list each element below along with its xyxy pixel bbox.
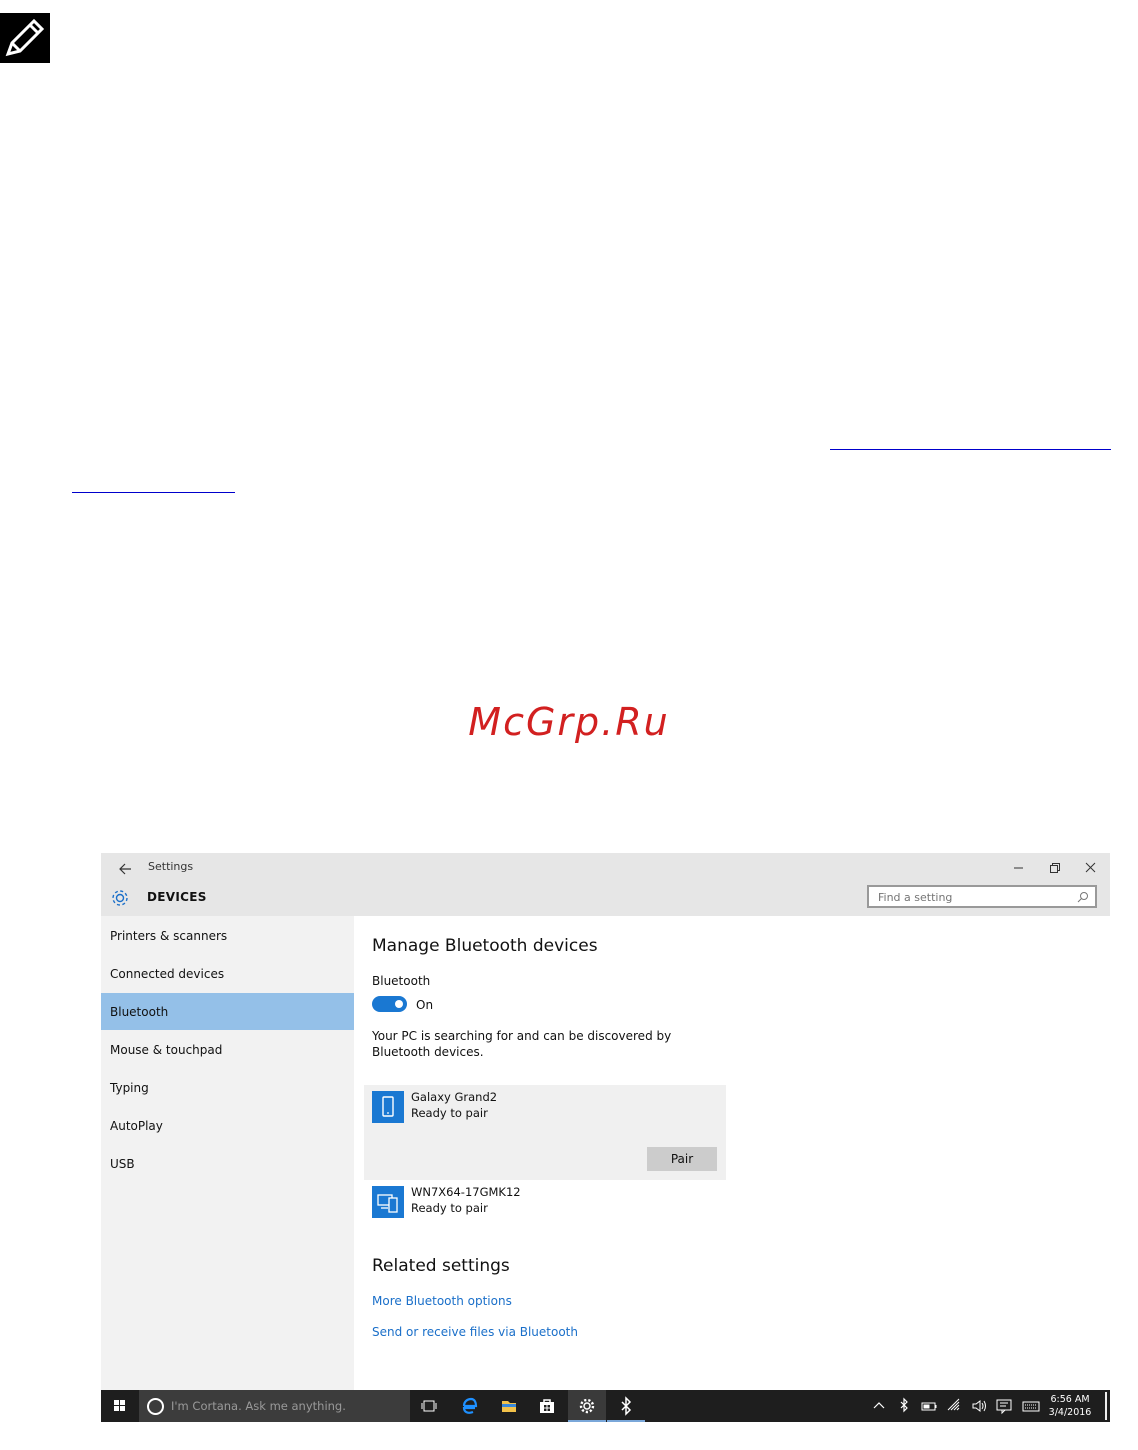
more-bluetooth-options-link[interactable]: More Bluetooth options [372,1294,512,1308]
sidebar: Printers & scanners Connected devices Bl… [101,916,354,1390]
toggle-knob [395,1000,403,1008]
cortana-placeholder: I'm Cortana. Ask me anything. [171,1399,346,1413]
file-explorer-button[interactable] [490,1390,528,1422]
app-title: Settings [148,860,194,873]
device-name: Galaxy Grand2 [411,1090,498,1104]
sidebar-item-mouse-touchpad[interactable]: Mouse & touchpad [101,1031,354,1068]
window-header: Settings DEVICES [101,853,1110,916]
sidebar-item-label: Typing [110,1081,149,1095]
pencil-note-icon [0,13,50,63]
watermark: McGrp.Ru [468,700,670,744]
battery-icon [921,1402,937,1411]
clock-date: 3/4/2016 [1048,1407,1092,1418]
tray-network[interactable] [942,1390,966,1422]
main-content: Manage Bluetooth devices Bluetooth On Yo… [354,916,1110,1390]
tray-keyboard[interactable] [1019,1390,1043,1422]
close-icon [1085,862,1096,873]
minimize-button[interactable] [1000,855,1036,881]
pair-button[interactable]: Pair [647,1147,717,1171]
settings-gear-icon [579,1398,595,1414]
folder-icon [502,1401,516,1412]
sidebar-item-label: Bluetooth [110,1005,169,1019]
sidebar-item-connected-devices[interactable]: Connected devices [101,955,354,992]
windows-logo-icon [114,1400,125,1411]
edge-icon [462,1397,478,1414]
restore-button[interactable] [1036,855,1072,881]
sidebar-item-usb[interactable]: USB [101,1145,354,1182]
sidebar-item-bluetooth[interactable]: Bluetooth [101,993,354,1030]
sidebar-item-label: AutoPlay [110,1119,163,1133]
restore-icon [1050,863,1060,873]
device-status: Ready to pair [411,1106,488,1120]
start-button[interactable] [101,1390,139,1422]
task-view-button[interactable] [410,1390,448,1422]
sidebar-item-label: USB [110,1157,135,1171]
computer-icon [372,1186,404,1218]
show-hidden-icons-button[interactable] [867,1390,891,1422]
settings-window: Settings DEVICES Printers & scanners [101,853,1110,1422]
action-center-icon [996,1399,1012,1415]
minimize-icon [1014,867,1023,869]
volume-icon [972,1400,986,1412]
cortana-search-box[interactable]: I'm Cortana. Ask me anything. [139,1390,410,1422]
page-title: Manage Bluetooth devices [372,936,598,956]
sidebar-item-printers-scanners[interactable]: Printers & scanners [101,917,354,954]
hyperlink-underline[interactable] [830,449,1111,450]
back-button[interactable] [111,857,141,881]
bluetooth-icon [621,1396,632,1416]
wifi-icon [947,1398,960,1411]
bluetooth-label: Bluetooth [372,974,431,988]
section-title: DEVICES [147,890,207,904]
sidebar-item-label: Mouse & touchpad [110,1043,223,1057]
store-icon [540,1399,554,1413]
related-settings-heading: Related settings [372,1256,510,1276]
tray-volume[interactable] [967,1390,991,1422]
close-button[interactable] [1072,855,1108,881]
sidebar-item-label: Printers & scanners [110,929,228,943]
tray-battery[interactable] [917,1390,941,1422]
settings-taskbar-button[interactable] [568,1390,606,1422]
sidebar-item-label: Connected devices [110,967,225,981]
show-desktop-button[interactable] [1105,1392,1107,1420]
clock-time: 6:56 AM [1050,1394,1090,1405]
device-card-selected[interactable]: Galaxy Grand2 Ready to pair Pair [364,1085,726,1180]
device-name: WN7X64-17GMK12 [411,1185,521,1199]
device-status: Ready to pair [411,1201,488,1215]
hyperlink-underline-continued[interactable] [72,492,235,493]
sidebar-item-autoplay[interactable]: AutoPlay [101,1107,354,1144]
edge-button[interactable] [450,1390,488,1422]
task-view-icon [421,1400,437,1412]
toggle-state-label: On [416,998,434,1012]
bluetooth-toggle[interactable] [372,996,407,1012]
taskbar: I'm Cortana. Ask me anything. 6:56 AM 3/… [101,1390,1110,1422]
device-item[interactable]: WN7X64-17GMK12 Ready to pair [364,1180,726,1220]
tray-action-center[interactable] [992,1390,1016,1422]
sidebar-item-typing[interactable]: Typing [101,1069,354,1106]
store-button[interactable] [528,1390,566,1422]
phone-icon [372,1091,404,1123]
discovery-description: Your PC is searching for and can be disc… [372,1029,672,1059]
taskbar-clock[interactable]: 6:56 AM 3/4/2016 [1045,1393,1095,1419]
tray-bluetooth[interactable] [892,1390,916,1422]
send-receive-files-link[interactable]: Send or receive files via Bluetooth [372,1325,578,1339]
bluetooth-tray-icon [900,1397,908,1413]
keyboard-icon [1022,1401,1040,1412]
search-icon[interactable] [1076,890,1090,904]
bluetooth-taskbar-button[interactable] [607,1390,645,1422]
search-box[interactable] [867,885,1097,908]
chevron-up-icon [873,1402,885,1409]
search-input[interactable] [876,890,1080,905]
cortana-icon [147,1398,164,1415]
gear-icon [109,887,131,909]
